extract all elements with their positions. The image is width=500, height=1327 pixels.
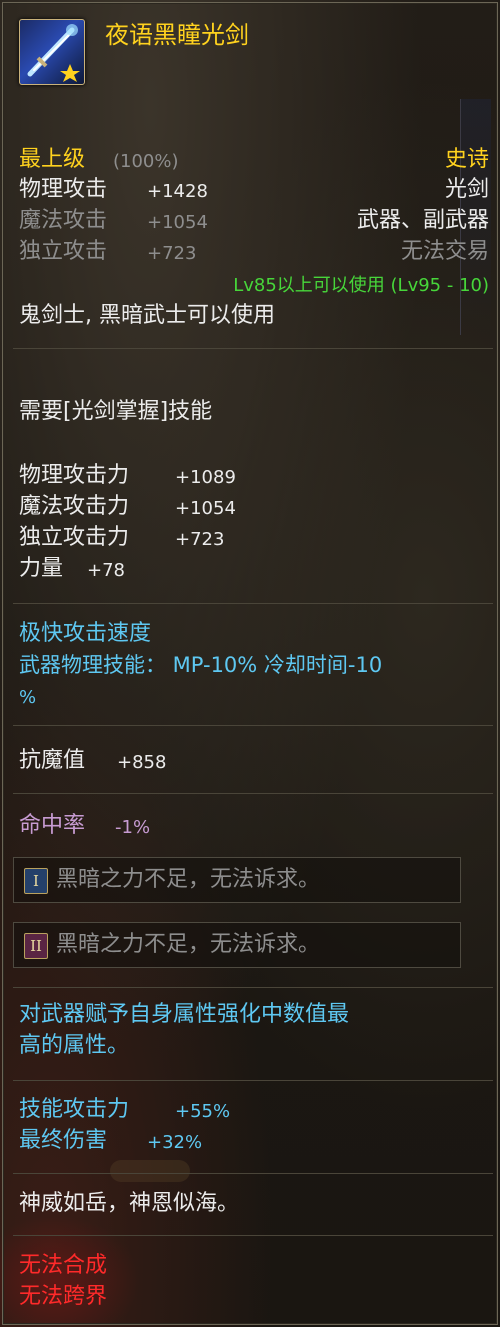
stat-strength-value: +78 [87,560,125,581]
rune-slot-1: I 黑暗之力不足，无法诉求。 [13,857,461,903]
restriction-no-cross-server: 无法跨界 [19,1284,108,1309]
attack-speed: 极快攻击速度 [19,621,152,646]
rune-2-badge-icon: II [24,933,48,959]
item-slot: 武器、副武器 [356,208,489,233]
item-grade-percent: (100%) [113,151,179,172]
item-tooltip: 夜语黑瞳光剑 最上级 (100%) 史诗 物理攻击 +1428 光剑 魔法攻击 … [2,2,498,1325]
rune-2-text: 黑暗之力不足，无法诉求。 [56,932,321,957]
base-stat-physical-label: 物理攻击 [19,177,108,202]
stat-strength-label: 力量 [19,556,64,581]
item-rarity: 史诗 [444,147,489,172]
divider [13,793,493,794]
item-trade-status: 无法交易 [400,239,489,264]
base-stat-magic-label: 魔法攻击 [19,208,108,233]
stat-physical-value: +1089 [175,467,236,488]
divider [13,1080,493,1081]
base-stat-independent-value: +723 [147,243,197,264]
divider [13,987,493,988]
divider [13,348,493,349]
stat-independent-value: +723 [175,529,225,550]
divider [13,1235,493,1236]
divider [13,725,493,726]
weapon-skill-line-1: 武器物理技能： MP-10% 冷却时间-10 [19,653,383,677]
anti-magic-value: +858 [117,752,167,773]
bonus-skill-label: 技能攻击力 [19,1097,130,1122]
item-grade: 最上级 [19,147,86,172]
flavor-text: 神威如岳，神恩似海。 [19,1191,240,1216]
item-name: 夜语黑瞳光剑 [105,21,249,49]
rune-slot-2: II 黑暗之力不足，无法诉求。 [13,922,461,968]
item-weapon-type: 光剑 [444,177,489,202]
class-requirement: 鬼剑士, 黑暗武士可以使用 [19,303,275,328]
stat-magic-value: +1054 [175,498,236,519]
sword-icon [19,19,85,85]
rune-1-text: 黑暗之力不足，无法诉求。 [56,867,321,892]
base-stat-physical-value: +1428 [147,181,208,202]
anti-magic-label: 抗魔值 [19,748,86,773]
rune-1-badge-icon: I [24,868,48,894]
bonus-final-value: +32% [147,1132,203,1153]
stat-physical-label: 物理攻击力 [19,463,130,488]
stat-magic-label: 魔法攻击力 [19,494,130,519]
restriction-no-synthesis: 无法合成 [19,1253,108,1278]
weapon-skill-line-2: % [19,687,37,708]
stat-independent-label: 独立攻击力 [19,525,130,550]
bonus-skill-value: +55% [175,1101,231,1122]
skill-requirement: 需要[光剑掌握]技能 [19,399,213,424]
base-stat-independent-label: 独立攻击 [19,239,108,264]
base-stat-magic-value: +1054 [147,212,208,233]
hit-rate-value: -1% [115,817,151,838]
hit-rate-label: 命中率 [19,813,86,838]
element-desc-line-1: 对武器赋予自身属性强化中数值最 [19,1002,350,1027]
divider [13,1173,493,1174]
divider [13,603,493,604]
bonus-final-label: 最终伤害 [19,1128,108,1153]
element-desc-line-2: 高的属性。 [19,1033,130,1058]
level-requirement: Lv85以上可以使用 (Lv95 - 10) [233,275,489,296]
